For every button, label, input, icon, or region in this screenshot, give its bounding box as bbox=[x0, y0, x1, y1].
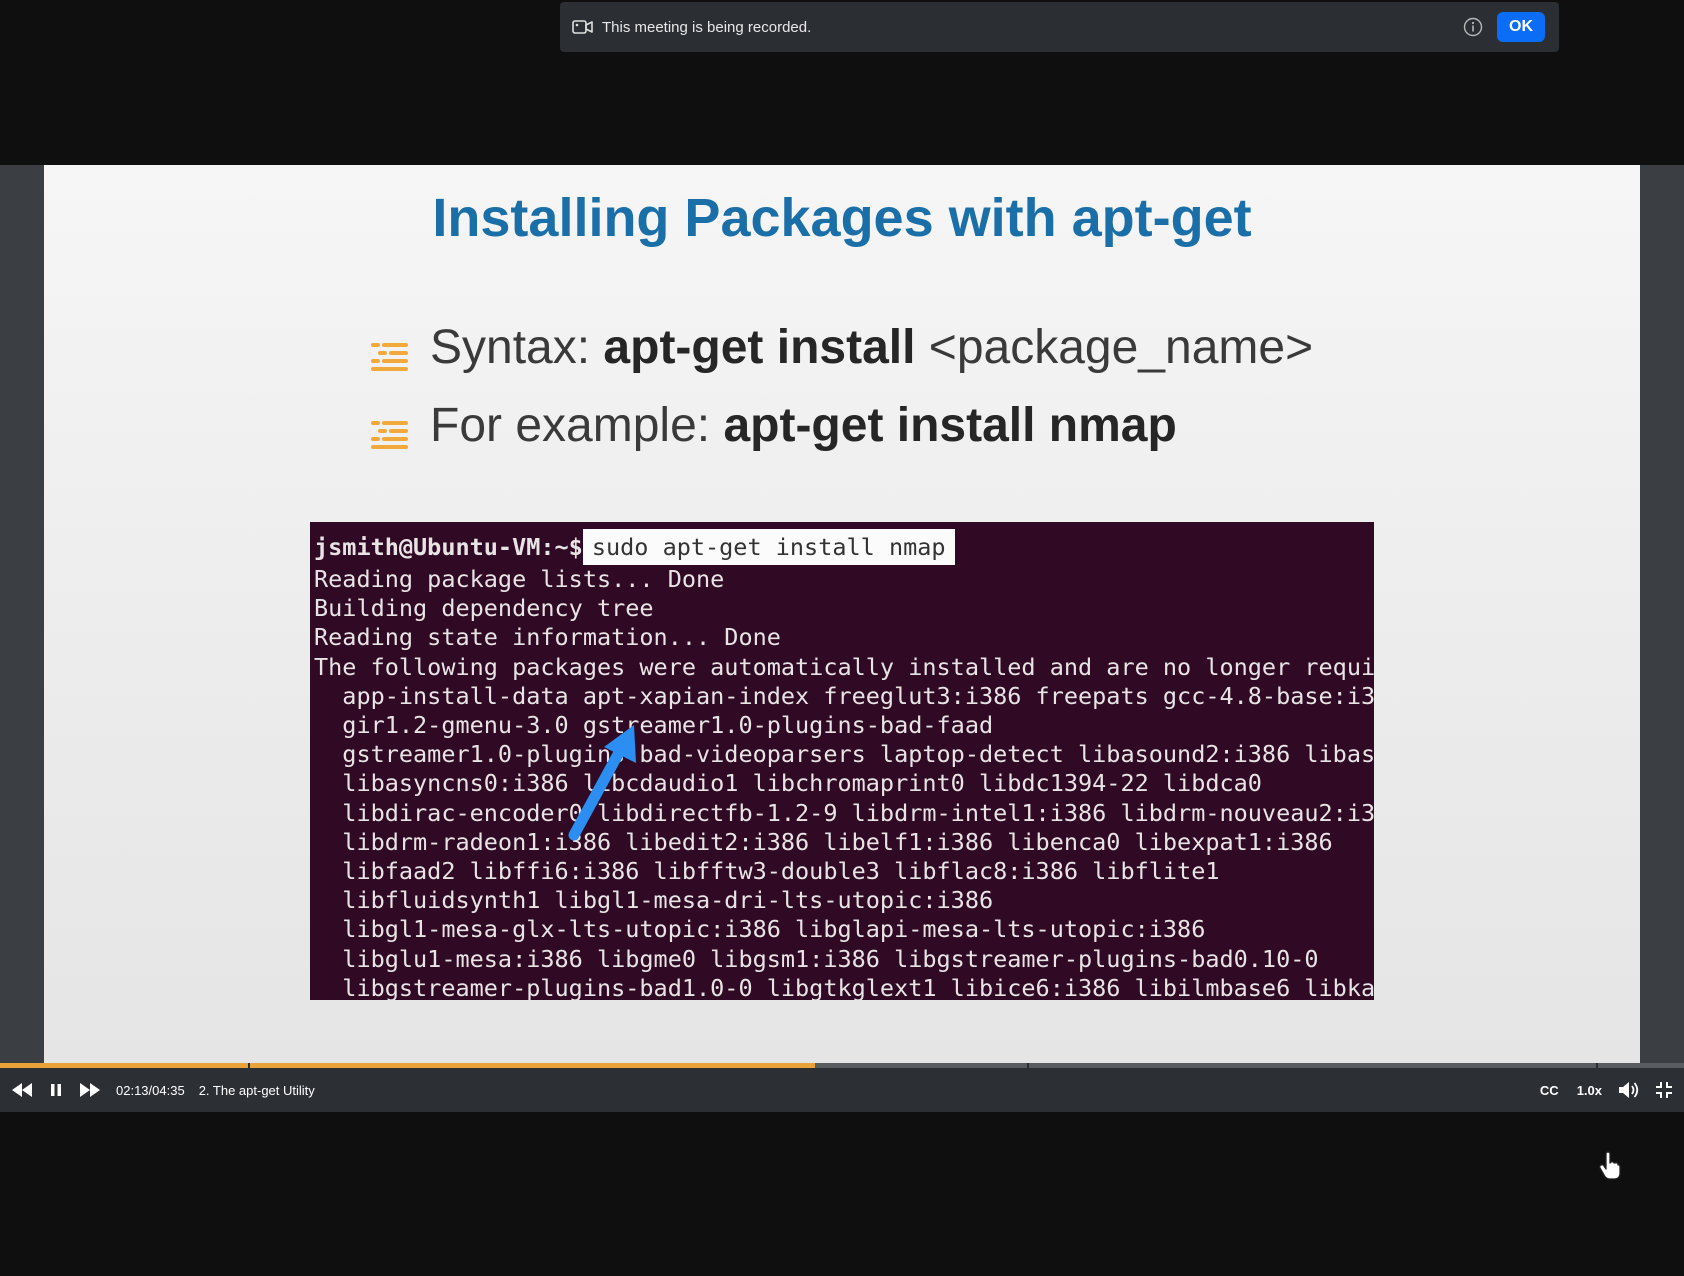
terminal-screenshot: jsmith@Ubuntu-VM:~$ sudo apt-get install … bbox=[310, 522, 1374, 1000]
terminal-line: libasyncns0:i386 libcdaudio1 libchromapr… bbox=[314, 769, 1262, 798]
bullet-suffix: <package_name> bbox=[915, 321, 1314, 374]
ok-button[interactable]: OK bbox=[1497, 12, 1545, 42]
terminal-line: libfluidsynth1 libgl1-mesa-dri-lts-utopi… bbox=[314, 886, 994, 915]
terminal-line: libdirac-encoder0 libdirectfb-1.2-9 libd… bbox=[314, 798, 1374, 827]
terminal-line: Reading state information... Done bbox=[314, 623, 781, 652]
bullet-prefix: For example: bbox=[430, 399, 724, 452]
terminal-command: sudo apt-get install nmap bbox=[582, 529, 955, 565]
terminal-line: app-install-data apt-xapian-index freegl… bbox=[314, 681, 1374, 710]
closed-captions-button[interactable]: CC bbox=[1540, 1083, 1559, 1098]
terminal-line: libgl1-mesa-glx-lts-utopic:i386 libglapi… bbox=[314, 915, 1206, 944]
bullet-bold: apt-get install nmap bbox=[723, 399, 1177, 452]
info-icon[interactable] bbox=[1463, 17, 1483, 37]
chapter-title: 2. The apt-get Utility bbox=[198, 1082, 315, 1098]
video-camera-icon bbox=[572, 19, 594, 35]
recording-notice-text: This meeting is being recorded. bbox=[602, 18, 812, 36]
terminal-line: gstreamer1.0-plugins-bad-videoparsers la… bbox=[314, 740, 1374, 769]
terminal-prompt: jsmith@Ubuntu-VM:~$ bbox=[314, 533, 583, 561]
hand-cursor-icon bbox=[1599, 1151, 1621, 1180]
pause-icon[interactable] bbox=[46, 1078, 66, 1102]
lecture-slide: Installing Packages with apt-get Syntax:… bbox=[44, 165, 1640, 1065]
terminal-line: libdrm-radeon1:i386 libedit2:i386 libelf… bbox=[314, 827, 1333, 856]
terminal-line: The following packages were automaticall… bbox=[314, 652, 1374, 681]
rewind-icon[interactable] bbox=[10, 1078, 34, 1102]
slide-title: Installing Packages with apt-get bbox=[432, 188, 1252, 248]
terminal-line: libglu1-mesa:i386 libgme0 libgsm1:i386 l… bbox=[314, 944, 1319, 973]
list-lines-icon bbox=[370, 409, 410, 449]
terminal-line: libfaad2 libffi6:i386 libfftw3-double3 l… bbox=[314, 857, 1220, 886]
recording-banner: This meeting is being recorded. OK bbox=[560, 2, 1559, 52]
playback-time: 02:13/04:35 bbox=[116, 1082, 185, 1098]
player-controls: 02:13/04:35 2. The apt-get Utility CC 1.… bbox=[0, 1068, 1684, 1112]
terminal-line: Building dependency tree bbox=[314, 594, 654, 623]
slide-bullet-example: For example: apt-get install nmap bbox=[370, 398, 1177, 453]
video-player-area[interactable]: Installing Packages with apt-get Syntax:… bbox=[0, 165, 1684, 1180]
slide-bullet-syntax: Syntax: apt-get install <package_name> bbox=[370, 320, 1313, 375]
list-lines-icon bbox=[370, 331, 410, 371]
terminal-line: Reading package lists... Done bbox=[314, 565, 725, 593]
terminal-line: libgstreamer-plugins-bad1.0-0 libgtkglex… bbox=[314, 973, 1374, 1000]
pointer-arrow-icon bbox=[568, 725, 636, 841]
terminal-prompt-line: jsmith@Ubuntu-VM:~$ sudo apt-get install … bbox=[314, 529, 1374, 565]
terminal-line: gir1.2-gmenu-3.0 gstreamer1.0-plugins-ba… bbox=[314, 711, 994, 740]
exit-fullscreen-icon[interactable] bbox=[1654, 1080, 1674, 1100]
playback-speed-button[interactable]: 1.0x bbox=[1577, 1083, 1602, 1098]
bullet-bold: apt-get install bbox=[603, 321, 916, 374]
fast-forward-icon[interactable] bbox=[78, 1078, 102, 1102]
bullet-prefix: Syntax: bbox=[430, 321, 604, 374]
volume-icon[interactable] bbox=[1618, 1079, 1640, 1101]
